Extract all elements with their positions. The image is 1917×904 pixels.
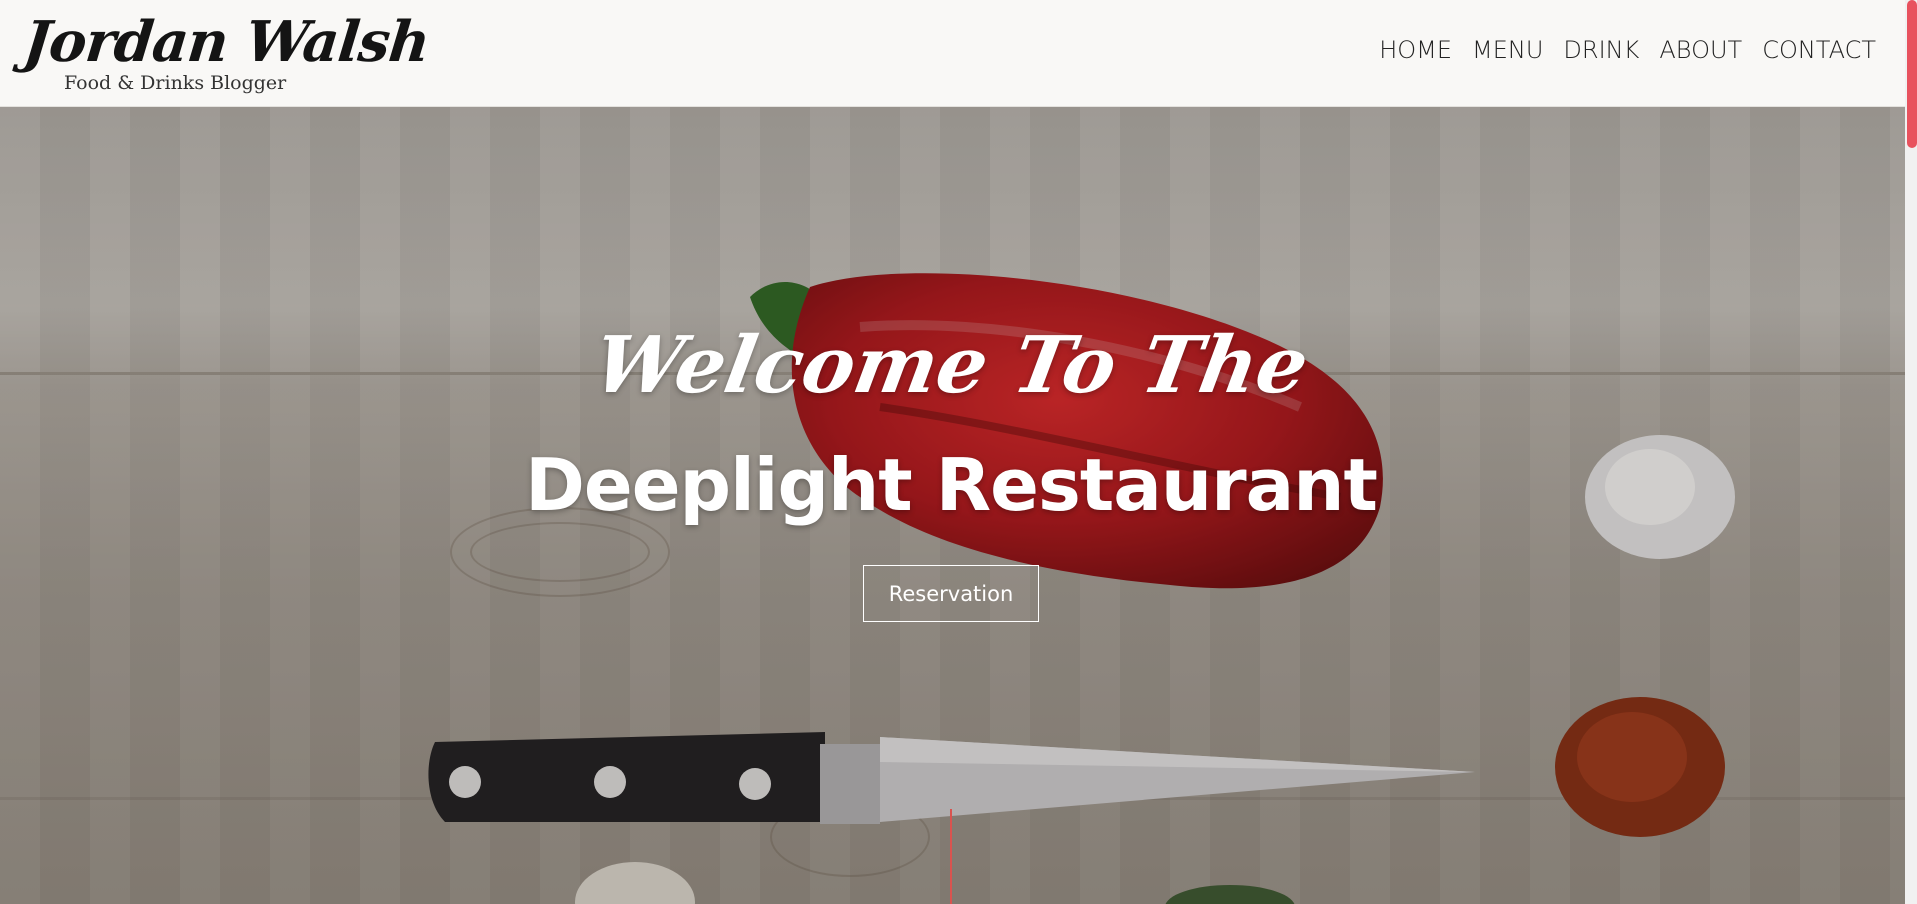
welcome-heading: Welcome To The	[586, 320, 1316, 411]
hero-section: Welcome To The Deeplight Restaurant Rese…	[0, 107, 1905, 904]
nav-home[interactable]: HOME	[1379, 36, 1452, 64]
nav-about[interactable]: ABOUT	[1659, 36, 1742, 64]
logo-title: Jordan Walsh	[20, 9, 433, 75]
site-header: Jordan Walsh Food & Drinks Blogger HOME …	[0, 0, 1905, 107]
site-logo[interactable]: Jordan Walsh Food & Drinks Blogger	[21, 6, 433, 98]
scrollbar-thumb[interactable]	[1907, 0, 1917, 148]
nav-contact[interactable]: CONTACT	[1762, 36, 1876, 64]
hero-content: Welcome To The Deeplight Restaurant Rese…	[0, 107, 1905, 904]
restaurant-title: Deeplight Restaurant	[525, 443, 1378, 527]
nav-menu[interactable]: MENU	[1472, 36, 1543, 64]
main-nav: HOME MENU DRINK ABOUT CONTACT	[1379, 36, 1876, 64]
scroll-down-indicator[interactable]	[950, 809, 952, 904]
logo-subtitle: Food & Drinks Blogger	[64, 72, 287, 94]
reservation-button[interactable]: Reservation	[863, 565, 1039, 622]
nav-drink[interactable]: DRINK	[1563, 36, 1639, 64]
page-scrollbar[interactable]	[1905, 0, 1917, 904]
